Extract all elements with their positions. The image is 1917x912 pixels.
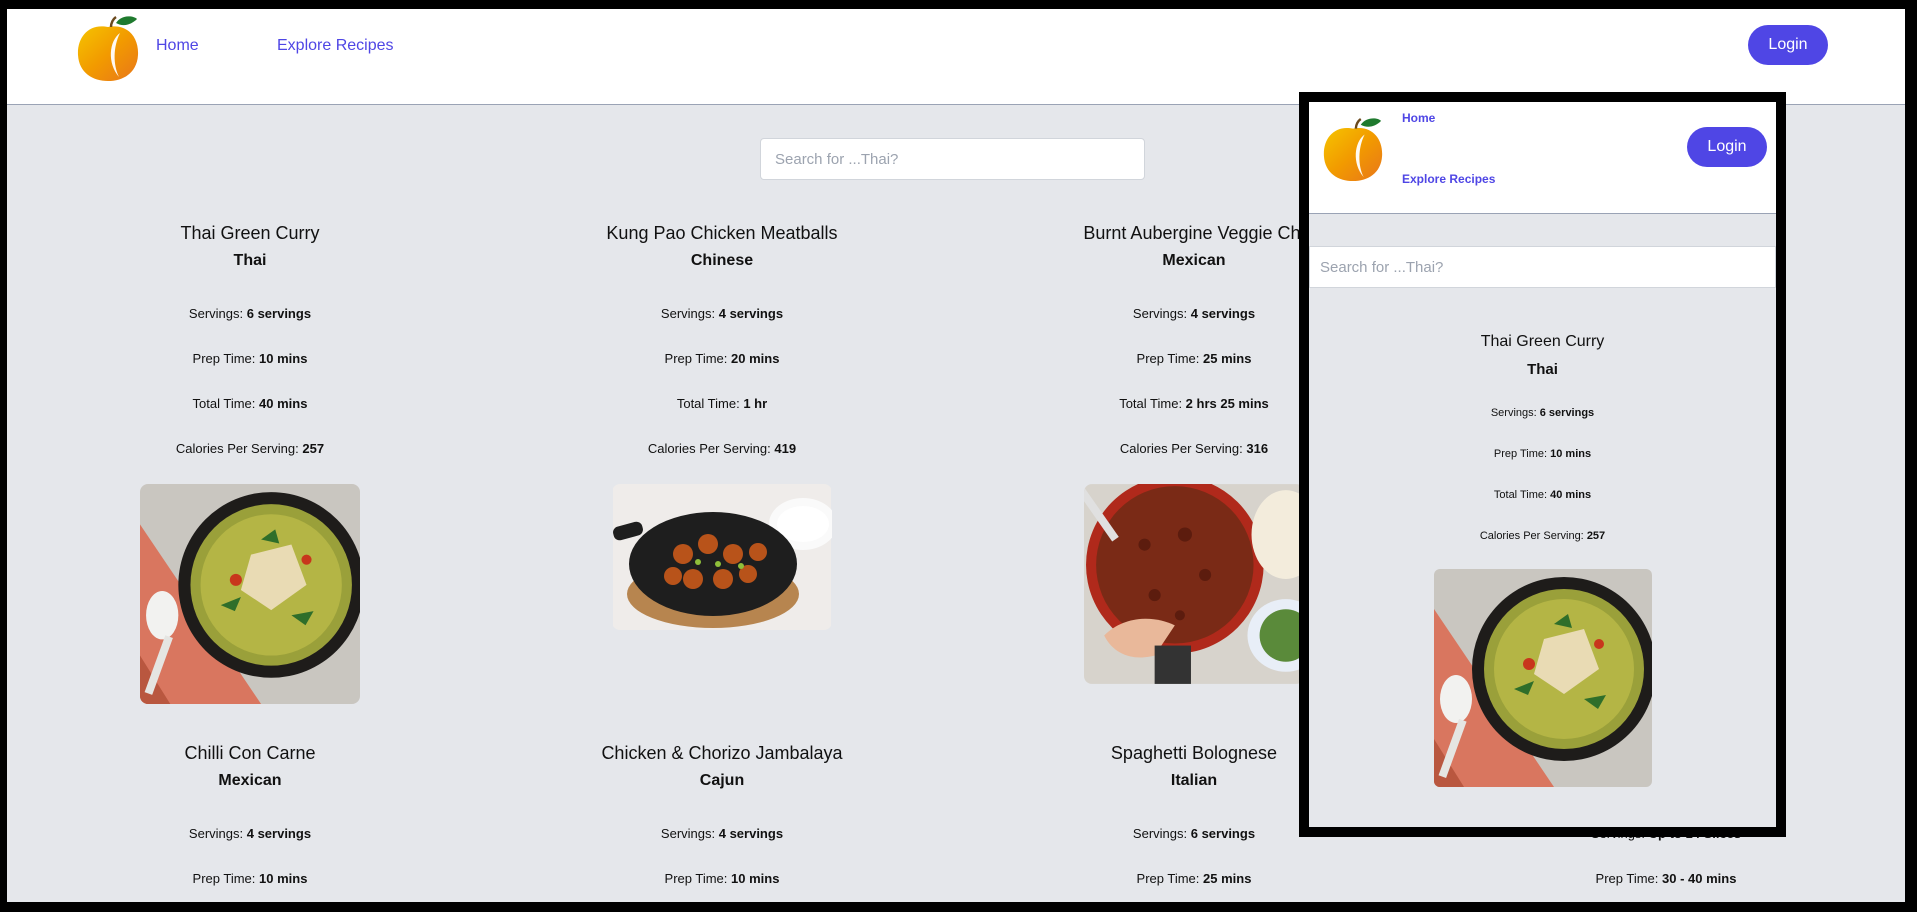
prep-time-stat: Prep Time: 30 - 40 mins <box>1595 871 1737 886</box>
recipe-title[interactable]: Thai Green Curry <box>1309 332 1776 352</box>
search-input[interactable] <box>760 138 1145 180</box>
mobile-login-button[interactable]: Login <box>1687 127 1767 167</box>
servings-stat: Servings: 4 servings <box>660 306 784 321</box>
total-time-stat: Total Time: 40 mins <box>192 396 308 411</box>
nav-explore-recipes-link[interactable]: Explore Recipes <box>277 37 394 55</box>
calories-stat: Calories Per Serving: 257 <box>175 441 325 456</box>
mango-logo-icon[interactable] <box>75 15 141 83</box>
recipe-cuisine: Mexican <box>218 772 282 789</box>
recipe-card[interactable]: Kung Pao Chicken Meatballs Chinese Servi… <box>512 221 932 630</box>
prep-time-stat: Prep Time: 10 mins <box>1493 448 1592 460</box>
total-time-stat: Total Time: 40 mins <box>1493 489 1592 501</box>
mobile-recipe-card[interactable]: Thai Green Curry Thai Servings: 6 servin… <box>1309 332 1776 787</box>
prep-time-stat: Prep Time: 20 mins <box>664 351 780 366</box>
total-time-stat: Total Time: 1 hr <box>676 396 768 411</box>
calories-stat: Calories Per Serving: 419 <box>647 441 797 456</box>
prep-time-stat: Prep Time: 25 mins <box>1136 871 1252 886</box>
nav-home-link[interactable]: Home <box>156 37 199 55</box>
login-button[interactable]: Login <box>1748 25 1828 65</box>
recipe-card[interactable]: Chilli Con Carne Mexican Servings: 4 ser… <box>40 741 460 888</box>
recipe-title[interactable]: Chicken & Chorizo Jambalaya <box>512 741 932 765</box>
recipe-image[interactable] <box>1084 484 1304 684</box>
servings-stat: Servings: 6 servings <box>188 306 312 321</box>
prep-time-stat: Prep Time: 10 mins <box>664 871 780 886</box>
servings-stat: Servings: 4 servings <box>660 826 784 841</box>
mobile-search-input[interactable] <box>1309 246 1776 288</box>
prep-time-stat: Prep Time: 10 mins <box>192 871 308 886</box>
recipe-cuisine: Thai <box>1527 361 1558 378</box>
recipe-cuisine: Thai <box>233 252 267 269</box>
recipe-title[interactable]: Thai Green Curry <box>40 221 460 245</box>
calories-stat: Calories Per Serving: 257 <box>1479 530 1606 542</box>
desktop-viewport: Home Explore Recipes Login Thai Green Cu… <box>7 9 1905 902</box>
recipe-cuisine: Chinese <box>690 252 754 269</box>
mango-logo-icon[interactable] <box>1321 116 1385 184</box>
recipe-title[interactable]: Chilli Con Carne <box>40 741 460 765</box>
mobile-nav-home-link[interactable]: Home <box>1402 111 1435 125</box>
recipe-card[interactable]: Thai Green Curry Thai Servings: 6 servin… <box>40 221 460 704</box>
prep-time-stat: Prep Time: 10 mins <box>192 351 308 366</box>
recipe-title[interactable]: Kung Pao Chicken Meatballs <box>512 221 932 245</box>
recipe-card[interactable]: Chicken & Chorizo Jambalaya Cajun Servin… <box>512 741 932 888</box>
mobile-nav-explore-recipes-link[interactable]: Explore Recipes <box>1402 172 1495 186</box>
servings-stat: Servings: 4 servings <box>188 826 312 841</box>
servings-stat: Servings: 6 servings <box>1490 407 1595 419</box>
recipe-image[interactable] <box>1434 569 1652 787</box>
top-navbar: Home Explore Recipes Login <box>7 9 1905 105</box>
mobile-navbar: Home Explore Recipes Login <box>1309 102 1776 214</box>
recipe-image[interactable] <box>140 484 360 704</box>
recipe-cuisine: Cajun <box>699 772 745 789</box>
mobile-preview-panel: Home Explore Recipes Login Thai Green Cu… <box>1299 92 1786 837</box>
recipe-image[interactable] <box>612 484 832 630</box>
